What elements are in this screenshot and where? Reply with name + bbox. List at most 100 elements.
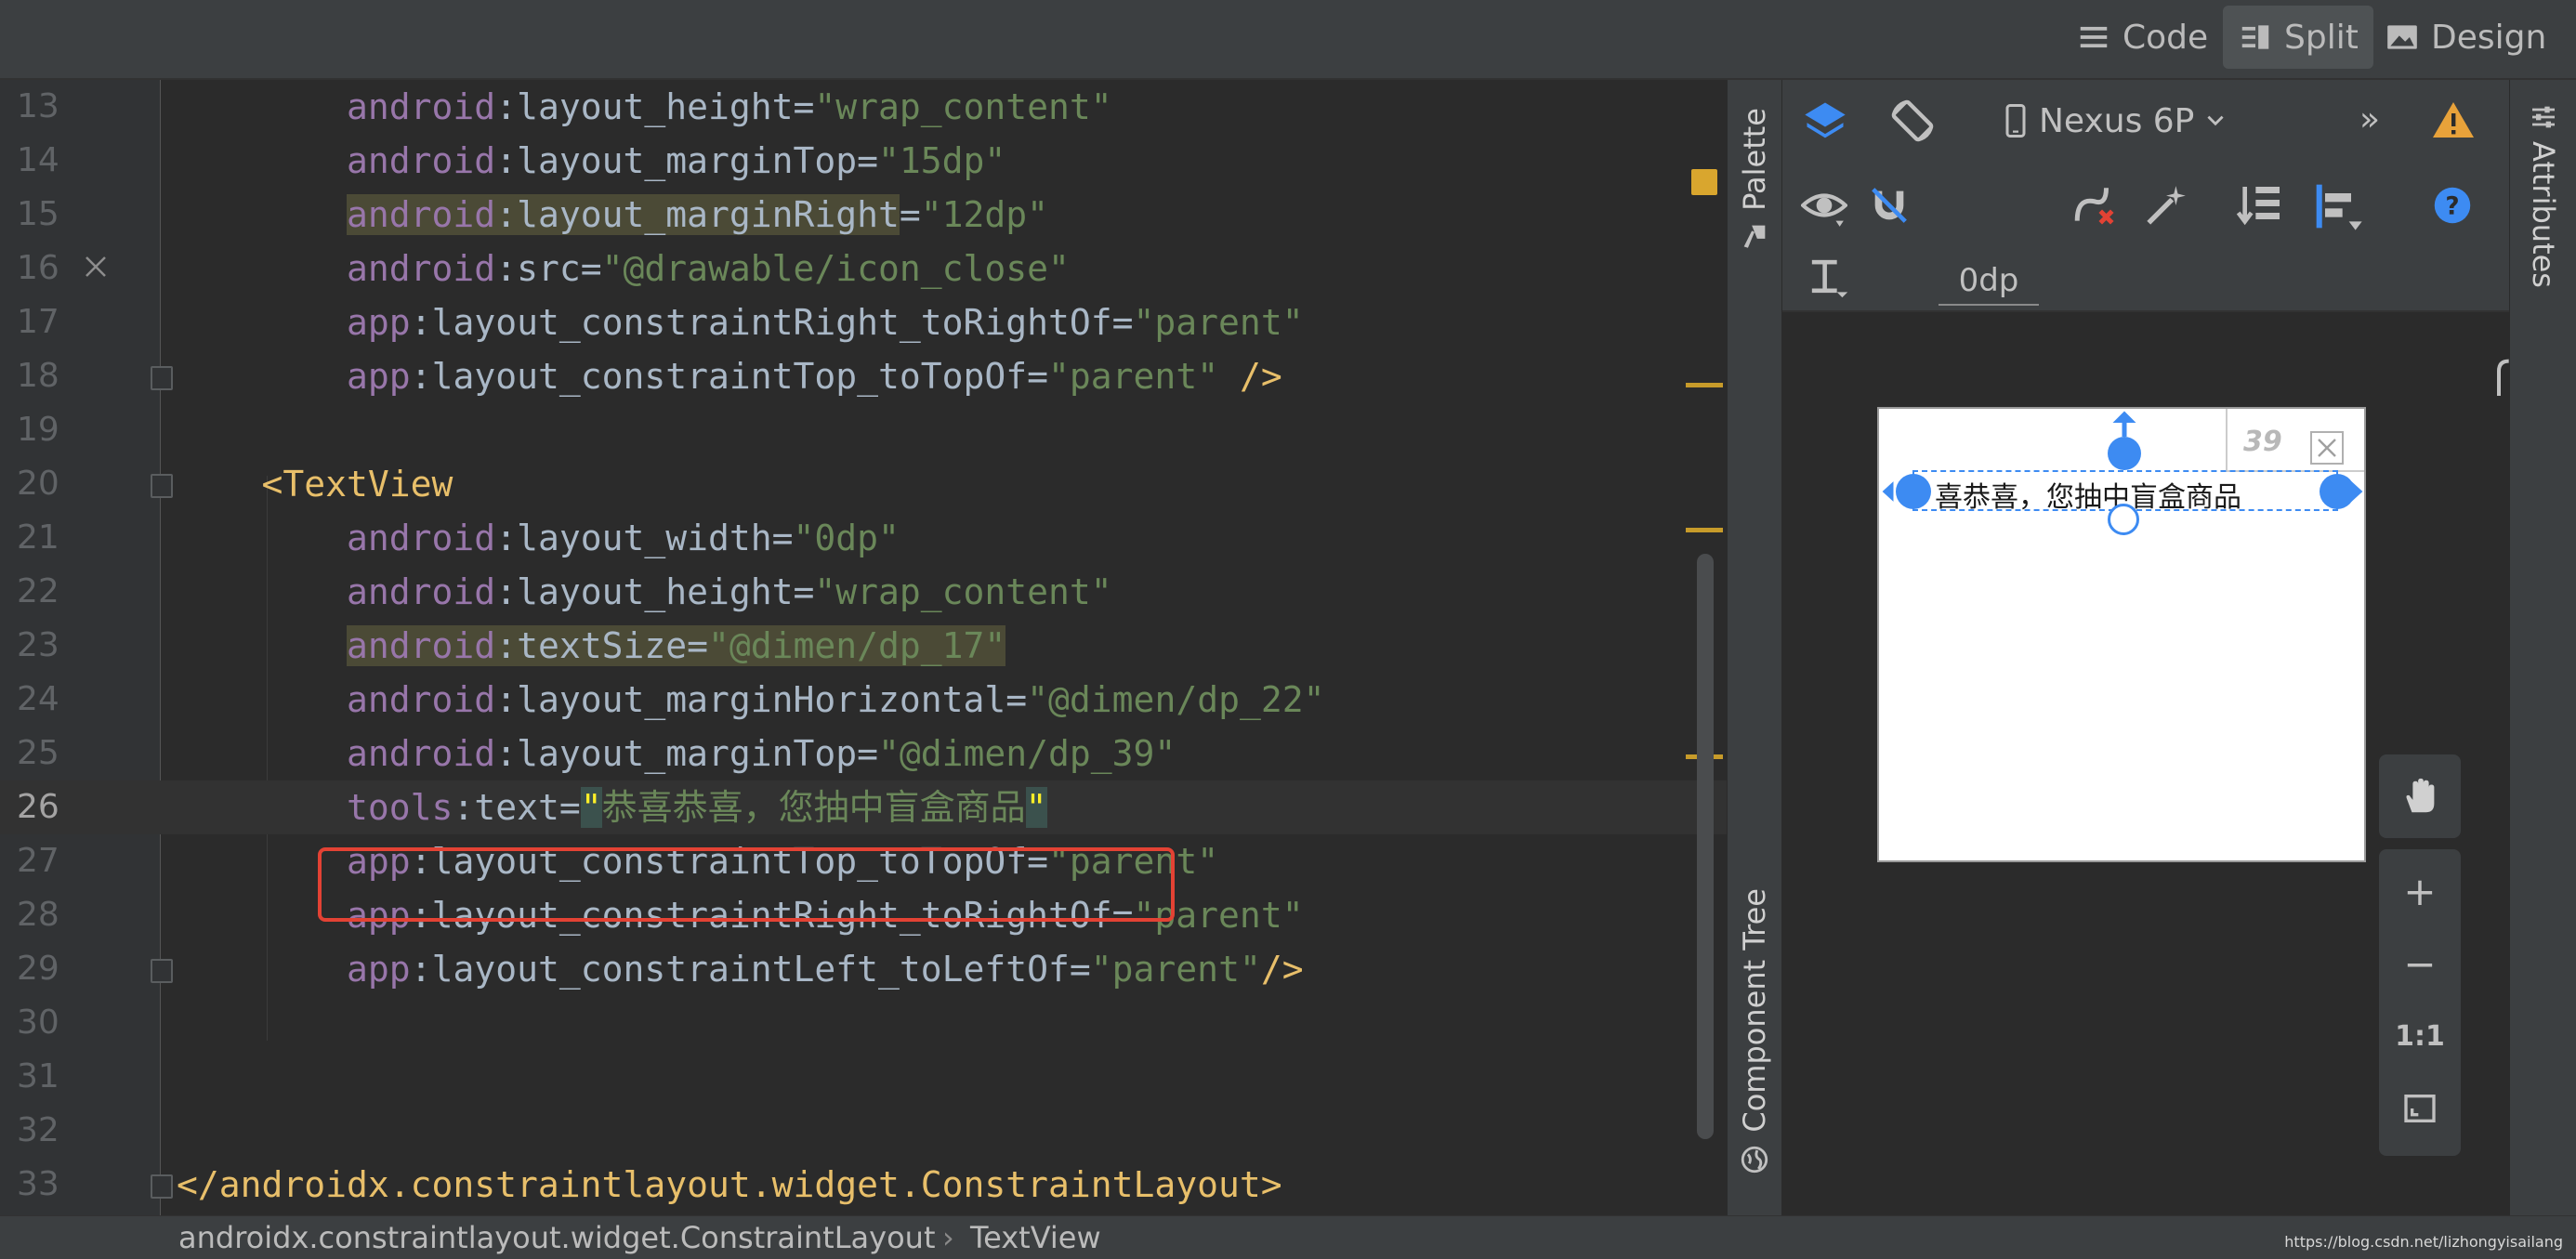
code-token: = (1069, 949, 1091, 990)
align-left-icon (2316, 184, 2362, 230)
left-constraint-handle[interactable] (1896, 474, 1931, 509)
code-token: "parent" (1048, 356, 1219, 397)
view-options-button[interactable] (1801, 182, 1847, 229)
code-line[interactable]: 24 android:layout_marginHorizontal="@dim… (0, 673, 1727, 727)
code-view-button[interactable]: Code (2061, 6, 2223, 69)
code-token: "12dp" (920, 194, 1049, 235)
code-line[interactable]: 15 android:layout_marginRight="12dp" (0, 188, 1727, 242)
code-line[interactable]: 13 android:layout_height="wrap_content" (0, 80, 1727, 134)
fold-marker-icon[interactable] (151, 959, 173, 983)
editor-scrollbar[interactable] (1697, 554, 1714, 1139)
palette-tab[interactable]: Palette (1728, 108, 1781, 252)
line-number: 16 (17, 249, 59, 287)
fold-marker-icon[interactable] (151, 474, 173, 498)
code-line[interactable]: 19 (0, 403, 1727, 457)
code-line[interactable]: 18 app:layout_constraintTop_toTopOf="par… (0, 349, 1727, 403)
code-token: app (347, 949, 411, 990)
code-line[interactable]: 30 (0, 996, 1727, 1050)
line-number: 19 (17, 411, 59, 449)
warning-button[interactable] (2431, 98, 2476, 143)
code-line[interactable]: 16 android:src="@drawable/icon_close" (0, 242, 1727, 295)
split-view-button[interactable]: Split (2223, 6, 2373, 69)
line-number: 27 (17, 842, 59, 880)
default-margin-field[interactable]: 0dp (1939, 259, 2039, 306)
palette-icon (1743, 225, 1766, 248)
line-number: 29 (17, 950, 59, 988)
orientation-button[interactable] (1888, 97, 1937, 145)
code-token: = (793, 86, 815, 127)
phone-icon (2005, 104, 2026, 138)
error-stripe-marker[interactable] (1686, 528, 1723, 532)
layers-button[interactable] (1801, 97, 1849, 145)
code-text: android:layout_width="0dp" (177, 511, 900, 565)
code-line[interactable]: 32 (0, 1104, 1727, 1158)
line-number: 33 (17, 1165, 59, 1203)
code-token: app (347, 302, 411, 343)
code-token: "@drawable/icon_close" (601, 248, 1070, 289)
code-token: android (347, 194, 496, 235)
design-view-label: Design (2431, 18, 2547, 57)
code-token: android (347, 86, 496, 127)
code-line[interactable]: 25 android:layout_marginTop="@dimen/dp_3… (0, 727, 1727, 780)
magnet-off-icon (1872, 188, 1907, 223)
code-line[interactable]: 23 android:textSize="@dimen/dp_17" (0, 619, 1727, 673)
actual-size-button[interactable]: 1:1 (2379, 1003, 2461, 1069)
design-view-button[interactable]: Design (2370, 6, 2561, 69)
code-token: "wrap_content" (814, 571, 1112, 612)
close-icon (2318, 439, 2336, 457)
layout-preview[interactable]: 39 喜恭喜，您抽中盲盒商品 (1877, 407, 2366, 862)
pan-button[interactable] (2379, 754, 2461, 838)
code-editor[interactable]: 13 android:layout_height="wrap_content" 1… (0, 80, 1727, 1215)
split-icon (2241, 25, 2269, 49)
code-token: android (347, 733, 496, 774)
code-line[interactable]: 29 app:layout_constraintLeft_toLeftOf="p… (0, 942, 1727, 996)
bottom-constraint-handle[interactable] (2108, 504, 2139, 535)
code-line[interactable]: 20 <TextView (0, 457, 1727, 511)
overflow-button[interactable]: » (2351, 98, 2388, 139)
close-image-view[interactable] (2310, 431, 2344, 465)
zoom-to-fit-button[interactable] (2379, 1076, 2461, 1141)
zoom-out-button[interactable]: − (2379, 931, 2461, 996)
chevron-down-icon (2207, 115, 2224, 126)
code-token: layout_constraintTop_toTopOf (431, 356, 1028, 397)
clear-constraints-button[interactable] (2070, 182, 2119, 229)
code-line[interactable]: 31 (0, 1050, 1727, 1104)
guidelines-button[interactable] (1808, 255, 1851, 301)
line-number: 22 (17, 572, 59, 610)
help-button[interactable]: ? (2433, 186, 2472, 225)
autoconnect-button[interactable] (1868, 182, 1911, 229)
code-token: "parent" (1090, 949, 1261, 990)
pack-button[interactable] (2234, 180, 2286, 232)
code-token: : (495, 86, 518, 127)
code-line[interactable]: 17 app:layout_constraintRight_toRightOf=… (0, 295, 1727, 349)
top-constraint-handle[interactable] (2108, 437, 2141, 470)
preview-textview[interactable]: 喜恭喜，您抽中盲盒商品 (1935, 474, 2241, 515)
zoom-in-button[interactable]: + (2379, 859, 2461, 924)
error-stripe-marker[interactable] (1686, 383, 1723, 387)
component-tree-tab[interactable]: Component Tree (1728, 888, 1781, 1175)
fold-marker-icon[interactable] (151, 1174, 173, 1199)
breadcrumb-item-textview[interactable]: TextView (970, 1216, 1101, 1259)
code-token: layout_marginRight (517, 194, 900, 235)
warning-marker[interactable] (1691, 169, 1717, 195)
breadcrumb-item-constraintlayout[interactable]: androidx.constraintlayout.widget.Constra… (178, 1216, 936, 1259)
code-line[interactable]: 26 tools:text="恭喜恭喜，您抽中盲盒商品" (0, 780, 1727, 834)
device-selector[interactable]: Nexus 6P (2002, 98, 2228, 143)
code-text: android:layout_marginTop="15dp" (177, 134, 1005, 188)
code-line[interactable]: 14 android:layout_marginTop="15dp" (0, 134, 1727, 188)
align-button[interactable] (2312, 180, 2364, 232)
left-tool-strip: Palette Component Tree (1727, 80, 1781, 1215)
code-token: layout_marginTop (517, 733, 858, 774)
code-line[interactable]: 22 android:layout_height="wrap_content" (0, 565, 1727, 619)
fold-marker-icon[interactable] (151, 366, 173, 390)
help-glyph: ? (2445, 193, 2459, 221)
attributes-tab[interactable]: Attributes (2521, 102, 2566, 288)
component-tree-tab-label: Component Tree (1737, 888, 1772, 1133)
code-token: : (495, 518, 518, 558)
code-line[interactable]: 21 android:layout_width="0dp" (0, 511, 1727, 565)
sliders-icon (2532, 106, 2555, 128)
code-token: "parent" (1133, 302, 1304, 343)
image-bounds-line (2226, 409, 2228, 472)
infer-constraints-button[interactable] (2143, 182, 2189, 229)
code-line[interactable]: 33 </androidx.constraintlayout.widget.Con… (0, 1158, 1727, 1212)
